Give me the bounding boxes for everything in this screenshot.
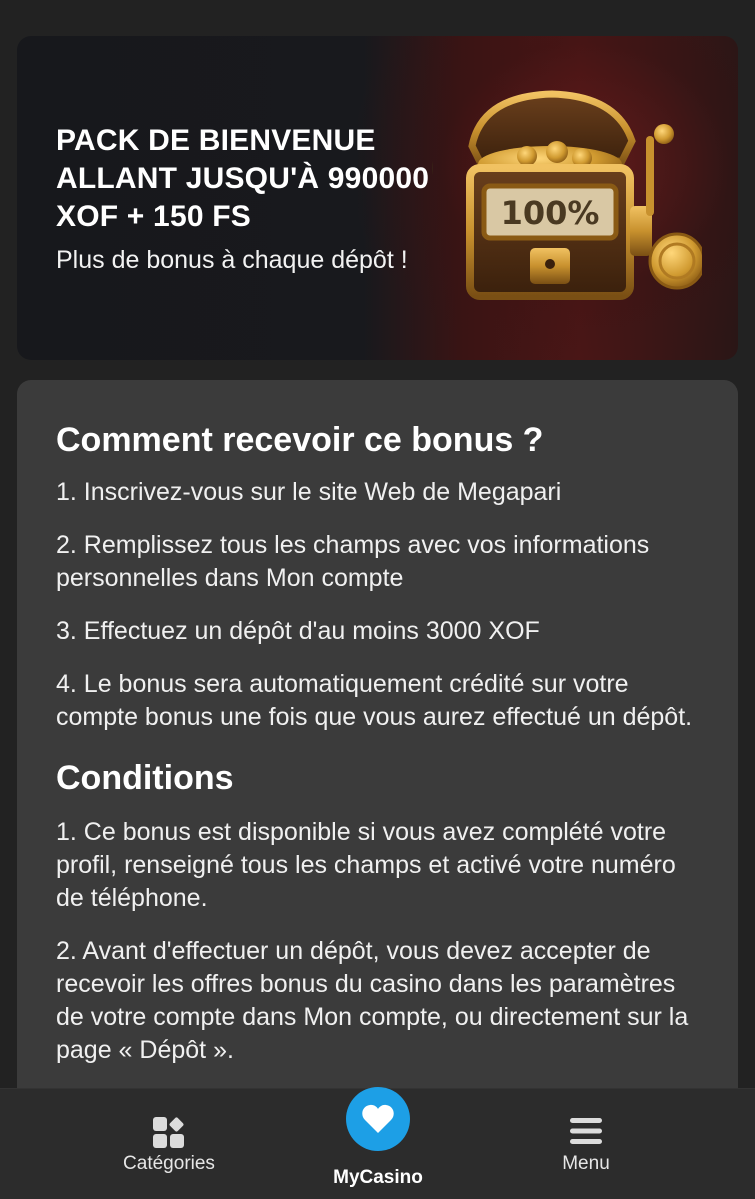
conditions-heading: Conditions xyxy=(56,759,234,797)
how-to-step-3: 3. Effectuez un dépôt d'au moins 3000 XO… xyxy=(56,617,540,645)
nav-menu-label: Menu xyxy=(562,1153,610,1174)
nav-mycasino[interactable]: MyCasino xyxy=(288,1087,468,1199)
bonus-info-card: Comment recevoir ce bonus ? 1. Inscrivez… xyxy=(17,380,738,1120)
nav-mycasino-label: MyCasino xyxy=(333,1167,423,1188)
heart-icon xyxy=(362,1104,394,1133)
nav-categories-label: Catégories xyxy=(123,1153,215,1174)
nav-categories[interactable]: Catégories xyxy=(79,1089,259,1199)
how-to-step-1: 1. Inscrivez-vous sur le site Web de Meg… xyxy=(56,478,562,506)
banner-subtitle: Plus de bonus à chaque dépôt ! xyxy=(56,246,408,274)
mycasino-button[interactable] xyxy=(346,1087,410,1151)
how-to-step-2: 2. Remplissez tous les champs avec vos i… xyxy=(56,531,650,592)
bottom-navigation: Catégories MyCasino Menu xyxy=(0,1087,755,1199)
condition-item-1: 1. Ce bonus est disponible si vous avez … xyxy=(56,818,676,912)
bonus-info-content: Comment recevoir ce bonus ? 1. Inscrivez… xyxy=(56,418,706,1087)
how-to-step-4: 4. Le bonus sera automatiquement crédité… xyxy=(56,670,693,731)
hamburger-menu-icon xyxy=(570,1118,602,1144)
condition-item-2: 2. Avant d'effectuer un dépôt, vous deve… xyxy=(56,937,689,1064)
nav-menu[interactable]: Menu xyxy=(496,1089,676,1199)
categories-grid-icon xyxy=(153,1117,184,1148)
how-to-heading: Comment recevoir ce bonus ? xyxy=(56,421,544,459)
treasure-chest-slot-illustration: 100% xyxy=(432,90,702,300)
banner-title: PACK DE BIENVENUE ALLANT JUSQU'À 990000 … xyxy=(56,124,430,233)
svg-text:100%: 100% xyxy=(501,194,600,232)
promo-banner[interactable]: PACK DE BIENVENUE ALLANT JUSQU'À 990000 … xyxy=(17,36,738,360)
